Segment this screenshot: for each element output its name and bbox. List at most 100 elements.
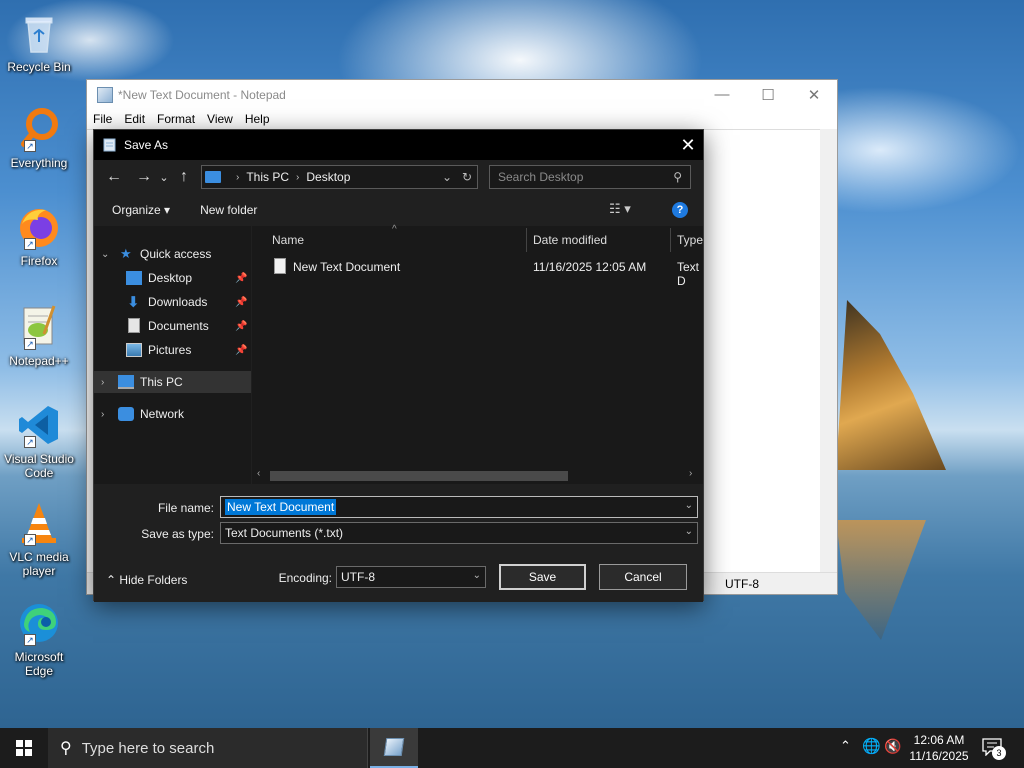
column-type[interactable]: Type	[677, 233, 703, 247]
firefox-icon: ↗	[16, 204, 62, 250]
dialog-title: Save As	[124, 138, 169, 152]
desktop-icon-notepadpp[interactable]: ↗ Notepad++	[4, 304, 74, 368]
notifications-button[interactable]: 3	[982, 738, 1006, 760]
encoding-label: Encoding:	[278, 571, 332, 585]
menu-format[interactable]: Format	[157, 112, 195, 126]
dialog-titlebar[interactable]: Save As ✕	[94, 130, 703, 160]
desktop-icon-firefox[interactable]: ↗ Firefox	[4, 204, 74, 268]
pictures-icon	[126, 343, 142, 357]
refresh-icon[interactable]: ↻	[457, 170, 477, 184]
taskbar-clock[interactable]: 12:06 AM 11/16/2025	[900, 732, 978, 764]
menu-help[interactable]: Help	[245, 112, 270, 126]
nav-label: Desktop	[148, 271, 193, 285]
notepad-icon	[97, 86, 113, 103]
file-list-pane[interactable]: ^ Name Date modified Type New Text Docum…	[252, 224, 703, 484]
chevron-down-icon[interactable]: ⌄	[685, 526, 693, 537]
back-arrow-icon[interactable]: ←	[101, 168, 127, 186]
minimize-icon[interactable]: —	[699, 86, 745, 104]
breadcrumb-desktop[interactable]: Desktop	[306, 170, 350, 184]
maximize-icon[interactable]: ☐	[745, 86, 791, 104]
chevron-right-icon[interactable]: ›	[101, 409, 104, 420]
notepad-title: *New Text Document - Notepad	[118, 87, 286, 102]
encoding-select[interactable]: UTF-8 ⌄	[336, 566, 486, 588]
desktop-icon-vlc[interactable]: ↗ VLC media player	[4, 500, 74, 578]
nav-network[interactable]: › Network	[94, 403, 251, 425]
nav-pictures[interactable]: Pictures 📌	[94, 339, 251, 361]
hide-folders-button[interactable]: ⌃ Hide Folders	[106, 573, 187, 587]
notepad-icon	[383, 738, 405, 756]
chevron-right-icon[interactable]: ›	[101, 377, 104, 388]
save-as-dialog[interactable]: Save As ✕ ← → ⌄ ↑ › This PC › Desktop ⌄ …	[93, 129, 704, 602]
file-row[interactable]: New Text Document 11/16/2025 12:05 AM Te…	[252, 256, 703, 288]
network-icon	[118, 407, 134, 421]
desktop-icon-recycle-bin[interactable]: Recycle Bin	[4, 10, 74, 74]
forward-arrow-icon[interactable]: →	[131, 168, 157, 186]
this-pc-icon	[205, 171, 221, 183]
scroll-right-icon[interactable]: ›	[689, 468, 692, 479]
notepad-vertical-scrollbar[interactable]	[820, 129, 837, 572]
address-dropdown-chevron-icon[interactable]: ⌄	[437, 170, 457, 184]
file-name-input[interactable]: New Text Document ⌄	[220, 496, 698, 518]
file-name-value: New Text Document	[225, 499, 337, 515]
menu-view[interactable]: View	[207, 112, 233, 126]
search-icon: ⚲	[60, 740, 72, 757]
save-as-type-select[interactable]: Text Documents (*.txt) ⌄	[220, 522, 698, 544]
column-divider[interactable]	[526, 228, 527, 252]
up-arrow-icon[interactable]: ↑	[171, 168, 197, 186]
chevron-down-icon[interactable]: ⌄	[101, 249, 109, 260]
organize-button[interactable]: Organize ▾	[112, 203, 170, 217]
notepad-small-icon	[103, 138, 116, 152]
notepad-titlebar[interactable]: *New Text Document - Notepad — ☐ ✕	[87, 80, 837, 109]
file-date-modified: 11/16/2025 12:05 AM	[533, 260, 647, 274]
desktop-icon-vscode[interactable]: ↗ Visual Studio Code	[4, 402, 74, 480]
nav-desktop[interactable]: Desktop 📌	[94, 267, 251, 289]
navigation-pane: ⌄ ★ Quick access Desktop 📌 ⬇ Downloads 📌…	[94, 226, 251, 484]
pin-icon: 📌	[235, 296, 248, 308]
close-icon[interactable]: ✕	[791, 86, 837, 104]
save-button[interactable]: Save	[499, 564, 586, 590]
nav-quick-access[interactable]: ⌄ ★ Quick access	[94, 243, 251, 265]
chevron-down-icon[interactable]: ⌄	[473, 570, 481, 581]
nav-label: This PC	[140, 375, 183, 389]
breadcrumb-this-pc[interactable]: This PC	[246, 170, 289, 184]
close-icon[interactable]: ✕	[673, 135, 703, 156]
wallpaper-cliff	[836, 300, 946, 470]
start-button[interactable]	[0, 728, 48, 768]
search-icon: ⚲	[673, 170, 682, 184]
globe-network-icon[interactable]: 🌐	[862, 737, 881, 768]
address-bar[interactable]: › This PC › Desktop ⌄ ↻	[201, 165, 478, 189]
scrollbar-thumb[interactable]	[270, 471, 568, 481]
recent-locations-chevron-icon[interactable]: ⌄	[157, 171, 171, 184]
taskbar-notepad-button[interactable]	[370, 728, 418, 768]
desktop-icon-edge[interactable]: ↗ Microsoft Edge	[4, 600, 74, 678]
nav-documents[interactable]: Documents 📌	[94, 315, 251, 337]
shortcut-arrow-icon: ↗	[24, 534, 36, 546]
encoding-value: UTF-8	[341, 570, 375, 584]
taskbar-search-box[interactable]: ⚲ Type here to search	[48, 728, 368, 768]
file-name: New Text Document	[293, 260, 401, 274]
desktop-icon-everything[interactable]: ↗ Everything	[4, 106, 74, 170]
new-folder-button[interactable]: New folder	[200, 203, 257, 217]
desktop-icon-label: Microsoft Edge	[14, 650, 64, 678]
search-app-icon: ↗	[16, 106, 62, 152]
view-options-icon[interactable]: ☷ ▾	[609, 201, 631, 217]
breadcrumb-separator: ›	[236, 171, 240, 183]
cancel-button[interactable]: Cancel	[599, 564, 687, 590]
file-name-label: File name:	[157, 501, 214, 515]
menu-edit[interactable]: Edit	[124, 112, 145, 126]
column-date-modified[interactable]: Date modified	[533, 233, 607, 247]
help-icon[interactable]: ?	[672, 202, 688, 218]
search-input[interactable]: Search Desktop ⚲	[489, 165, 691, 189]
chevron-down-icon[interactable]: ⌄	[685, 500, 693, 511]
menu-file[interactable]: File	[93, 112, 112, 126]
column-divider[interactable]	[670, 228, 671, 252]
nav-this-pc[interactable]: › This PC	[94, 371, 251, 393]
nav-label: Downloads	[148, 295, 208, 309]
horizontal-scrollbar[interactable]: ‹ ›	[252, 467, 703, 484]
column-name[interactable]: Name	[272, 233, 304, 247]
scroll-left-icon[interactable]: ‹	[257, 468, 260, 479]
nav-downloads[interactable]: ⬇ Downloads 📌	[94, 291, 251, 313]
clock-time: 12:06 AM	[913, 733, 965, 747]
show-hidden-icons-chevron-icon[interactable]: ⌃	[840, 738, 851, 768]
speaker-muted-icon[interactable]: 🔇	[884, 738, 901, 768]
